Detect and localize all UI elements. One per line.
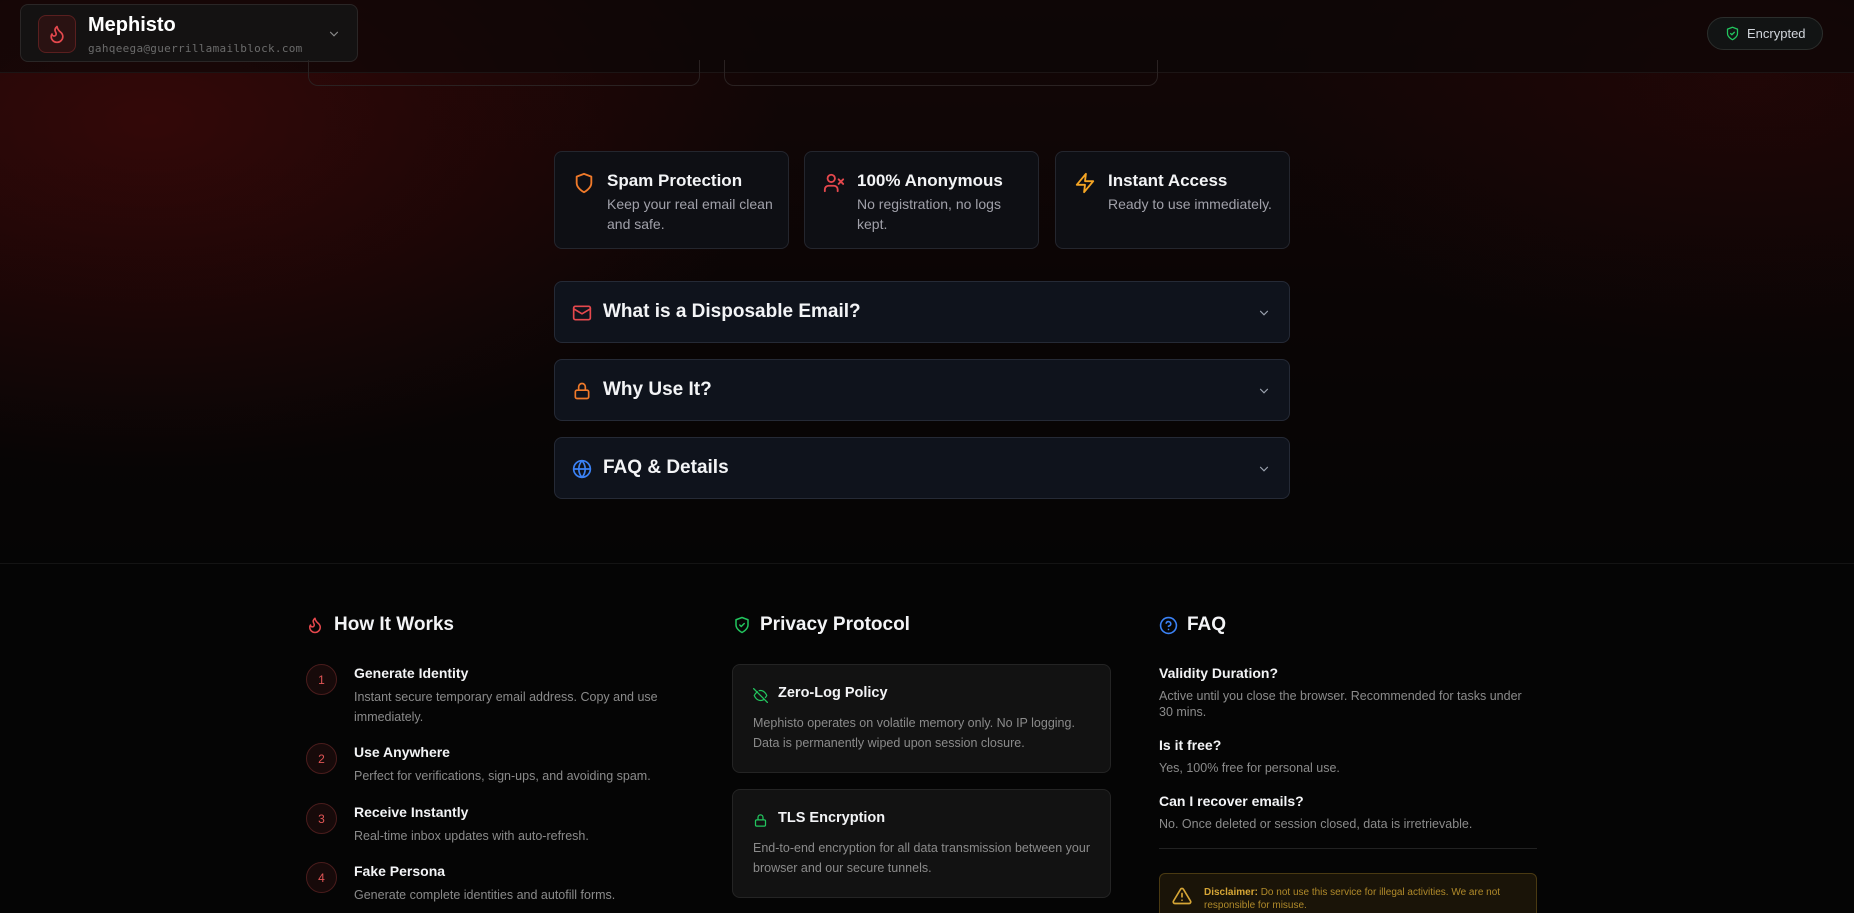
- warning-icon: [1172, 886, 1192, 906]
- faq-answer: Active until you close the browser. Reco…: [1159, 689, 1522, 719]
- privacy-protocol-title: Privacy Protocol: [760, 614, 910, 635]
- encrypted-label: Encrypted: [1747, 26, 1806, 41]
- lightning-icon: [1074, 172, 1096, 194]
- accordion-why-use-it[interactable]: Why Use It?: [554, 359, 1290, 421]
- step-desc: Instant secure temporary email address. …: [354, 690, 658, 724]
- accordion-title: What is a Disposable Email?: [603, 301, 861, 322]
- account-switcher[interactable]: Mephisto gahqeega@guerrillamailblock.com: [20, 4, 358, 62]
- step-number: 2: [306, 743, 337, 774]
- chevron-down-icon: [327, 27, 341, 41]
- faq-answer: No. Once deleted or session closed, data…: [1159, 817, 1473, 831]
- step-number: 3: [306, 803, 337, 834]
- step-desc: Real-time inbox updates with auto-refres…: [354, 829, 589, 843]
- feature-desc: No registration, no logs kept.: [857, 196, 1001, 232]
- faq-answer: Yes, 100% free for personal use.: [1159, 761, 1340, 775]
- feature-title: Instant Access: [1108, 171, 1228, 190]
- chevron-down-icon: [1257, 306, 1271, 320]
- chevron-down-icon: [1257, 462, 1271, 476]
- step-title: Generate Identity: [354, 665, 469, 681]
- step-number: 4: [306, 862, 337, 893]
- faq-question: Is it free?: [1159, 737, 1222, 753]
- step-title: Use Anywhere: [354, 744, 450, 760]
- accordion-title: FAQ & Details: [603, 457, 729, 478]
- eye-off-icon: [753, 688, 768, 703]
- step-title: Fake Persona: [354, 863, 446, 879]
- privacy-card-desc: Mephisto operates on volatile memory onl…: [753, 716, 1075, 750]
- faq-question: Validity Duration?: [1159, 665, 1279, 681]
- flame-logo-icon: [38, 15, 76, 53]
- privacy-card-zero-log: Zero-Log Policy Mephisto operates on vol…: [732, 664, 1111, 773]
- help-circle-icon: [1159, 616, 1178, 635]
- privacy-card-tls: TLS Encryption End-to-end encryption for…: [732, 789, 1111, 898]
- mail-icon: [572, 303, 592, 323]
- globe-icon: [572, 459, 592, 479]
- lock-icon: [572, 381, 592, 401]
- account-name: Mephisto: [88, 14, 176, 36]
- how-it-works-title: How It Works: [334, 614, 454, 635]
- feature-card-anonymous: 100% Anonymous No registration, no logs …: [804, 151, 1039, 249]
- shield-check-icon: [733, 616, 751, 634]
- privacy-card-title: Zero-Log Policy: [778, 685, 888, 701]
- step-desc: Perfect for verifications, sign-ups, and…: [354, 769, 651, 783]
- account-email: gahqeega@guerrillamailblock.com: [88, 42, 303, 55]
- faq-divider: [1159, 848, 1537, 849]
- flame-icon: [306, 616, 324, 634]
- feature-title: 100% Anonymous: [857, 171, 1003, 190]
- disclaimer-text: Disclaimer: Do not use this service for …: [1204, 886, 1529, 912]
- feature-title: Spam Protection: [607, 171, 743, 190]
- section-divider: [0, 563, 1854, 564]
- accordion-title: Why Use It?: [603, 379, 712, 400]
- shield-icon: [573, 172, 595, 194]
- encrypted-badge: Encrypted: [1707, 17, 1823, 50]
- feature-desc: Keep your real email clean and safe.: [607, 196, 773, 232]
- shield-check-icon: [1725, 26, 1740, 41]
- faq-title: FAQ: [1187, 614, 1227, 635]
- step-number: 1: [306, 664, 337, 695]
- card-bottom-edge: [308, 60, 700, 86]
- lock-icon: [753, 813, 768, 828]
- faq-question: Can I recover emails?: [1159, 793, 1304, 809]
- chevron-down-icon: [1257, 384, 1271, 398]
- disclaimer-box: Disclaimer: Do not use this service for …: [1159, 873, 1537, 913]
- feature-card-instant-access: Instant Access Ready to use immediately.: [1055, 151, 1290, 249]
- step-desc: Generate complete identities and autofil…: [354, 888, 616, 902]
- privacy-card-title: TLS Encryption: [778, 810, 886, 826]
- user-x-icon: [823, 172, 845, 194]
- feature-desc: Ready to use immediately.: [1108, 196, 1272, 212]
- privacy-card-desc: End-to-end encryption for all data trans…: [753, 841, 1090, 875]
- accordion-disposable-email[interactable]: What is a Disposable Email?: [554, 281, 1290, 343]
- disclaimer-label: Disclaimer:: [1204, 887, 1258, 898]
- accordion-faq-details[interactable]: FAQ & Details: [554, 437, 1290, 499]
- feature-card-spam-protection: Spam Protection Keep your real email cle…: [554, 151, 789, 249]
- step-title: Receive Instantly: [354, 804, 469, 820]
- card-bottom-edge: [724, 60, 1158, 86]
